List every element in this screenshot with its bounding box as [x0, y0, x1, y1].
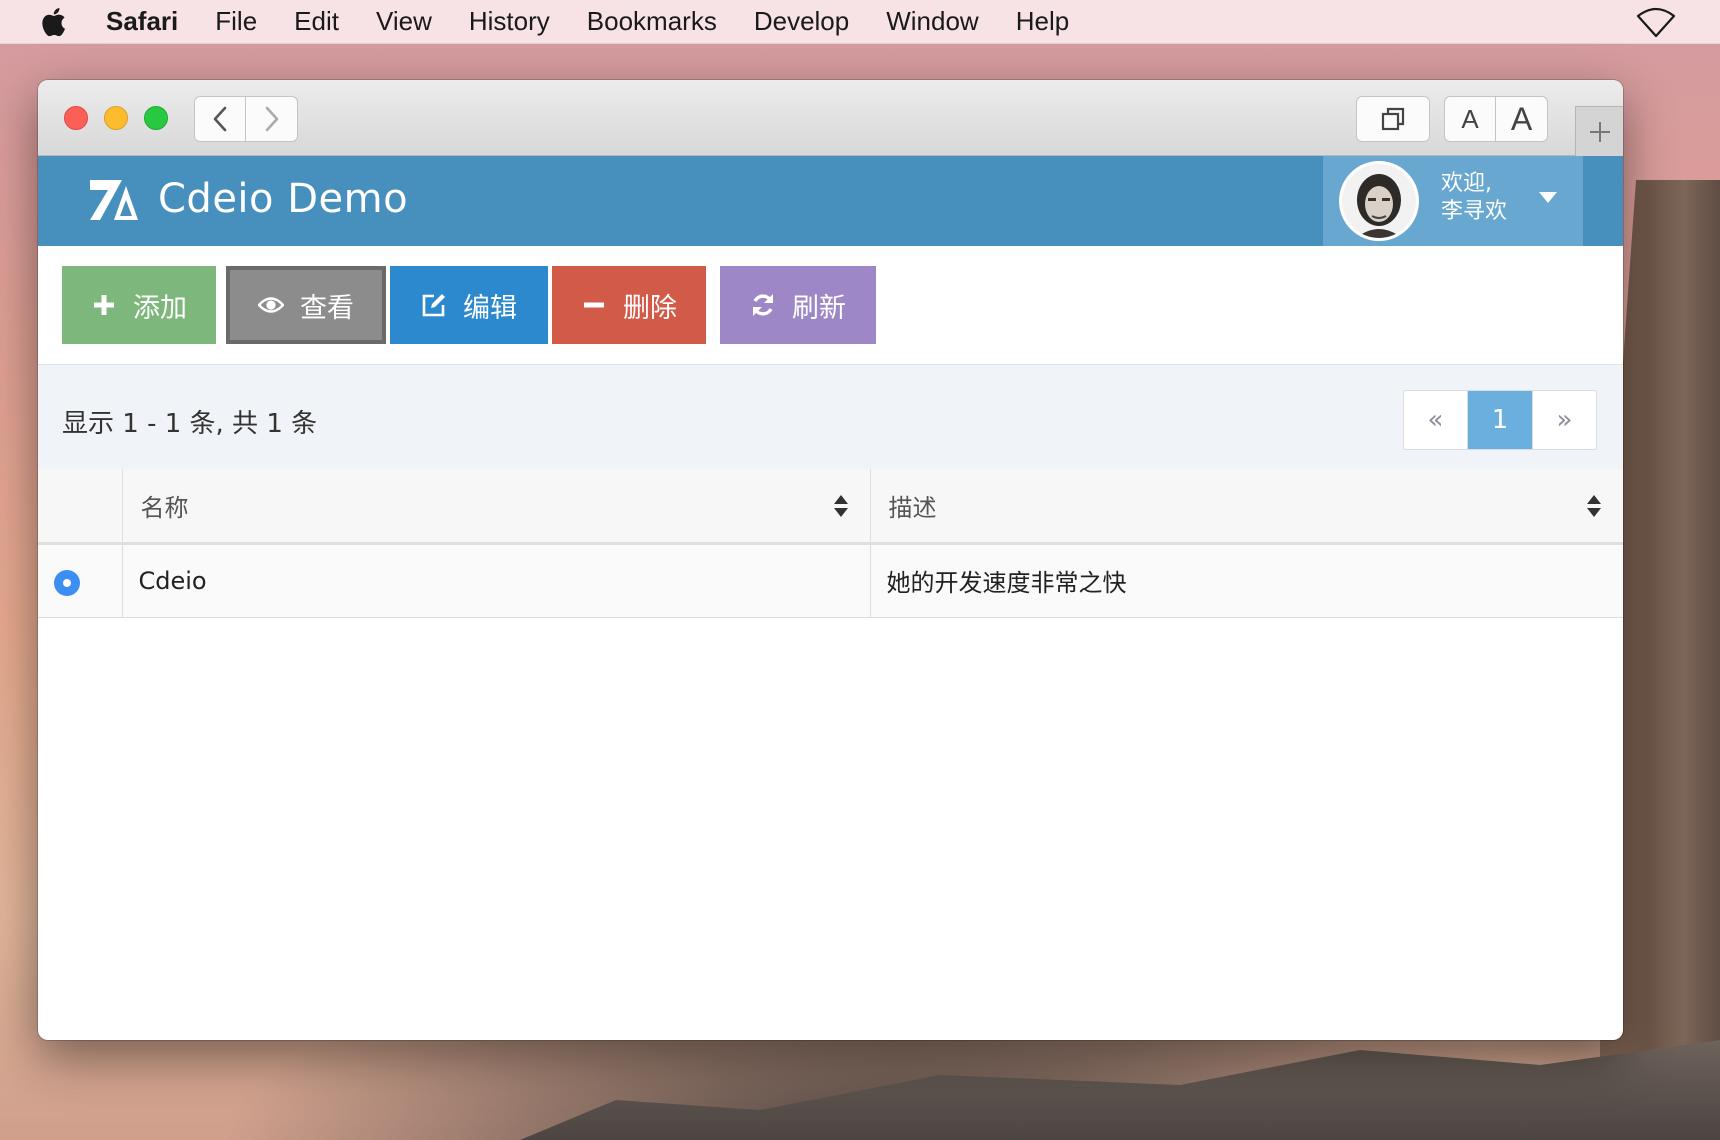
app-brand-title[interactable]: Cdeio Demo: [158, 176, 408, 222]
welcome-text: 欢迎,: [1441, 171, 1492, 196]
forward-chevron-icon: [265, 106, 278, 132]
page-first-button[interactable]: «: [1404, 391, 1468, 449]
menu-file[interactable]: File: [215, 6, 257, 37]
increase-font-button[interactable]: A: [1496, 96, 1548, 142]
edit-button-label: 编辑: [463, 292, 517, 324]
add-button[interactable]: 添加: [62, 266, 216, 344]
delete-button[interactable]: 删除: [552, 266, 706, 344]
menu-bookmarks[interactable]: Bookmarks: [587, 6, 717, 37]
user-avatar: [1339, 161, 1419, 241]
action-toolbar: 添加 查看 编辑 删除 刷新: [62, 266, 880, 344]
show-tabs-button[interactable]: [1356, 96, 1430, 142]
refresh-icon: [750, 292, 776, 318]
pagination: « 1 »: [1403, 390, 1597, 450]
column-header-description-label: 描述: [888, 493, 937, 522]
user-name: 李寻欢: [1441, 199, 1508, 224]
plus-icon: [1589, 121, 1610, 142]
background-rocks: [520, 1040, 1720, 1140]
column-header-description[interactable]: 描述: [870, 469, 1623, 545]
wifi-icon[interactable]: [1636, 6, 1676, 38]
view-button-label: 查看: [300, 292, 354, 324]
close-window-button[interactable]: [64, 106, 88, 130]
add-button-label: 添加: [133, 292, 187, 324]
browser-toolbar: A A: [38, 80, 1623, 156]
column-header-name-label: 名称: [140, 493, 189, 522]
decrease-font-button[interactable]: A: [1444, 96, 1496, 142]
forward-button[interactable]: [246, 96, 298, 142]
page-current-button[interactable]: 1: [1468, 391, 1532, 449]
menu-view[interactable]: View: [376, 6, 432, 37]
table-header-row: 名称 描述: [38, 469, 1623, 545]
user-menu[interactable]: 欢迎, 李寻欢: [1323, 156, 1583, 246]
menu-edit[interactable]: Edit: [294, 6, 339, 37]
row-name-cell: Cdeio: [122, 543, 871, 618]
caret-down-icon: [1539, 192, 1557, 203]
app-header: Cdeio Demo 欢迎, 李寻欢: [38, 156, 1623, 246]
plus-icon: [91, 292, 117, 318]
table-row[interactable]: Cdeio 她的开发速度非常之快: [38, 543, 1623, 618]
minus-icon: [581, 292, 607, 318]
edit-button[interactable]: 编辑: [390, 266, 548, 344]
tabs-icon: [1381, 107, 1405, 131]
menu-history[interactable]: History: [469, 6, 550, 37]
sort-icon: [1587, 495, 1601, 517]
grid-info-bar: 显示 1 - 1 条, 共 1 条 « 1 »: [38, 364, 1623, 469]
eye-icon: [258, 292, 284, 318]
menu-develop[interactable]: Develop: [754, 6, 849, 37]
view-button[interactable]: 查看: [226, 266, 386, 344]
browser-window: A A Cdeio Demo 欢迎, 李寻欢 添加 查看 编辑 删除 刷新 显示…: [38, 80, 1623, 1040]
refresh-button-label: 刷新: [792, 292, 846, 324]
row-select-radio[interactable]: [54, 569, 80, 596]
back-button[interactable]: [194, 96, 246, 142]
cdeio-logo-icon: [90, 180, 138, 220]
data-table: 名称 描述 Cdeio 她的开发速度非常之快: [38, 469, 1623, 618]
menu-window[interactable]: Window: [886, 6, 978, 37]
delete-button-label: 删除: [623, 292, 677, 324]
row-description-cell: 她的开发速度非常之快: [870, 543, 1623, 618]
back-chevron-icon: [213, 106, 227, 132]
zoom-window-button[interactable]: [144, 106, 168, 130]
page-last-button[interactable]: »: [1532, 391, 1596, 449]
minimize-window-button[interactable]: [104, 106, 128, 130]
menu-app-safari[interactable]: Safari: [106, 6, 178, 37]
row-select-cell: [38, 543, 123, 618]
refresh-button[interactable]: 刷新: [720, 266, 876, 344]
column-header-name[interactable]: 名称: [122, 469, 871, 545]
record-summary: 显示 1 - 1 条, 共 1 条: [62, 409, 318, 439]
edit-icon: [421, 292, 447, 318]
apple-icon[interactable]: [40, 7, 70, 37]
user-welcome: 欢迎, 李寻欢: [1441, 170, 1507, 226]
new-tab-button[interactable]: [1575, 106, 1623, 156]
sort-icon: [833, 495, 848, 517]
menu-help[interactable]: Help: [1016, 6, 1069, 37]
select-column-header: [38, 469, 123, 545]
menu-bar: Safari File Edit View History Bookmarks …: [0, 0, 1720, 44]
